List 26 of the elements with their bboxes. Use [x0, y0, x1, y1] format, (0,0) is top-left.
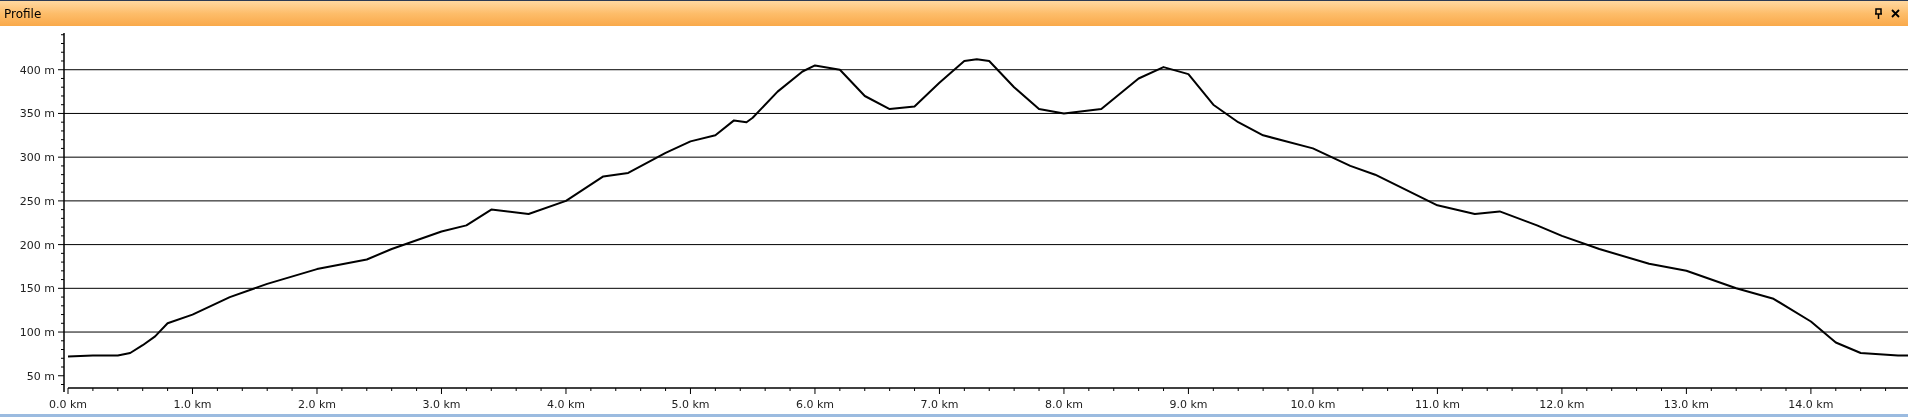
x-tick-label: 8.0 km: [1044, 398, 1083, 411]
y-tick-label: 400 m: [19, 63, 55, 77]
x-tick-label: 9.0 km: [1169, 398, 1208, 411]
x-tick-label: 14.0 km: [1788, 398, 1834, 411]
x-tick-label: 6.0 km: [795, 398, 834, 411]
x-tick-label: 1.0 km: [173, 398, 212, 411]
y-tick-label: 350 m: [19, 107, 55, 121]
x-tick-label: 12.0 km: [1539, 398, 1585, 411]
x-tick-label: 7.0 km: [920, 398, 959, 411]
x-tick-label: 13.0 km: [1663, 398, 1709, 411]
x-tick-label: 5.0 km: [671, 398, 710, 411]
y-tick-label: 150 m: [19, 282, 55, 296]
x-tick-label: 11.0 km: [1414, 398, 1460, 411]
x-tick-label: 0.0 km: [48, 398, 88, 411]
y-tick-label: 50 m: [26, 369, 55, 383]
panel-title: Profile: [4, 5, 42, 23]
x-tick-label: 2.0 km: [297, 398, 336, 411]
pin-icon[interactable]: [1874, 8, 1883, 19]
x-tick-label: 10.0 km: [1290, 398, 1336, 411]
x-tick-label: 3.0 km: [422, 398, 461, 411]
x-tick-label: 4.0 km: [546, 398, 585, 411]
y-tick-label: 250 m: [19, 194, 55, 208]
y-tick-label: 100 m: [19, 326, 55, 340]
y-tick-label: 200 m: [19, 238, 55, 252]
close-icon[interactable]: [1891, 9, 1900, 18]
y-tick-label: 300 m: [19, 151, 55, 165]
